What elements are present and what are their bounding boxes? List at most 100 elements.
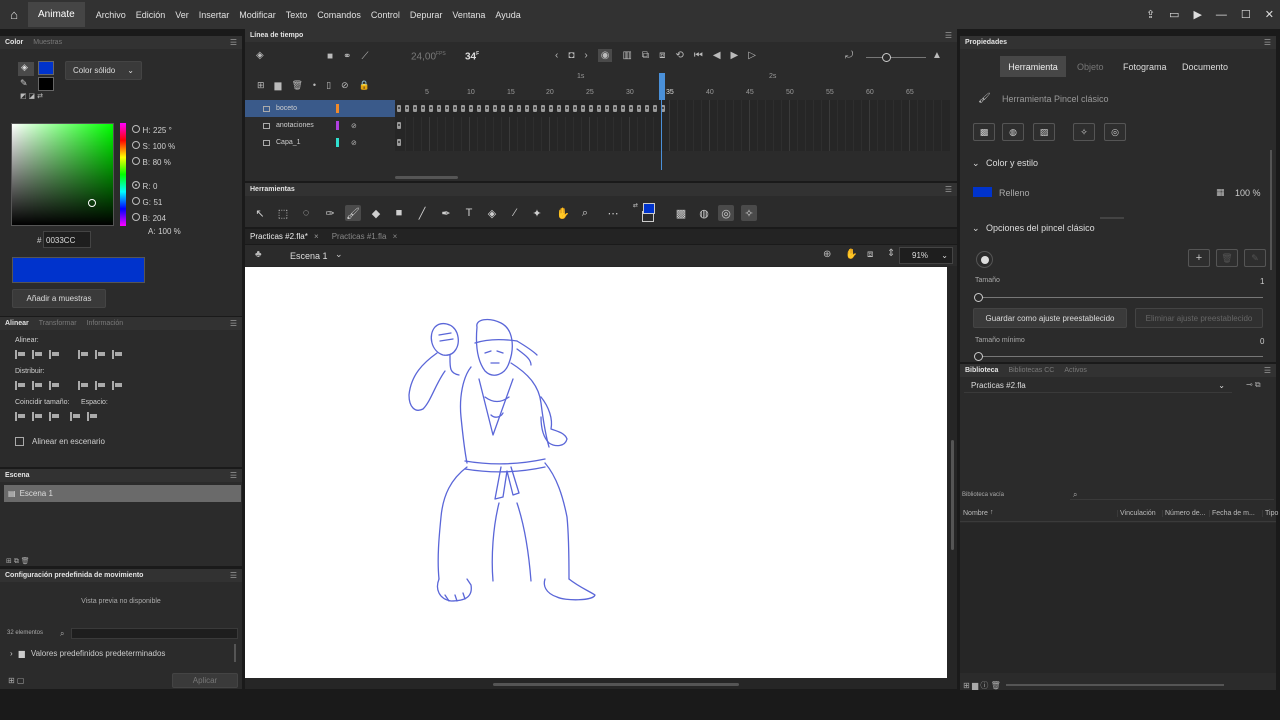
frame-cell[interactable] [733,117,734,134]
space-vertical-icon[interactable] [70,412,81,421]
delete-layer-icon[interactable]: 🗑 [291,80,302,91]
tab-alinear[interactable]: Alinear [5,320,29,327]
frame-cell[interactable] [501,134,502,151]
frame-cell[interactable] [485,105,489,112]
delete-scene-icon[interactable]: 🗑 [21,558,30,565]
loop-icon[interactable]: ⟲ [675,50,683,61]
frame-cell[interactable] [773,117,774,134]
frame-cell[interactable] [749,134,750,151]
frame-cell[interactable] [693,134,694,151]
frame-cell[interactable] [581,134,582,151]
stage-canvas[interactable] [245,267,947,678]
frame-cell[interactable] [725,117,726,134]
fill-swatch[interactable] [38,61,54,75]
layer-color-marker[interactable] [336,104,339,113]
frame-cell[interactable] [685,134,686,151]
align-center-h-icon[interactable] [32,350,43,359]
frame-cell[interactable] [653,134,654,151]
chevron-right-icon[interactable]: › [10,649,13,658]
frame-cell[interactable] [797,134,798,151]
frame-grid[interactable] [395,100,950,151]
camera-icon[interactable]: ■ [327,51,333,62]
frame-cell[interactable] [605,117,606,134]
frame-cell[interactable] [901,117,902,134]
match-width-icon[interactable] [15,412,26,421]
frame-cell[interactable] [581,105,585,112]
new-symbol-icon[interactable]: ⊞ [963,681,970,690]
next-keyframe-icon[interactable]: › [584,50,587,61]
close-icon[interactable]: ✕ [1265,8,1274,21]
radio-bl[interactable] [132,213,140,221]
frame-cell[interactable] [621,134,622,151]
rectangle-icon[interactable]: ■ [391,205,407,221]
frame-cell[interactable] [869,134,870,151]
align-middle-icon[interactable] [95,350,106,359]
frame-cell[interactable] [429,134,430,151]
frame-cell[interactable] [821,134,822,151]
frame-cell[interactable] [917,134,918,151]
tab-fotograma[interactable]: Fotograma [1123,62,1167,72]
tab-herramienta[interactable]: Herramienta [1000,56,1066,77]
frame-cell[interactable] [709,134,710,151]
app-name[interactable]: Animate [28,2,85,27]
distribute-middle-icon[interactable] [32,381,43,390]
col-vinculacion[interactable]: Vinculación [1117,510,1156,517]
fill-bucket-icon[interactable]: ◈ [18,62,34,76]
frame-cell[interactable] [909,117,910,134]
pin-library-icon[interactable]: ⊸ ⧉ [1246,380,1261,390]
frame-cell[interactable] [925,117,926,134]
frame-cell[interactable] [413,134,414,151]
frame-cell[interactable] [605,134,606,151]
frame-cell[interactable] [549,134,550,151]
col-numero[interactable]: Número de... [1162,510,1205,517]
brush-pressure-icon[interactable]: ◎ [718,205,734,221]
frame-cell[interactable] [877,100,878,117]
prev-keyframe-icon[interactable]: ‹ [555,50,558,61]
frame-cell[interactable] [517,134,518,151]
hex-input[interactable]: 0033CC [43,231,91,248]
frame-cell[interactable] [861,100,862,117]
doc-tab-active[interactable]: Practicas #2.fla* × [245,232,324,241]
min-size-value[interactable]: 0 [1260,337,1264,346]
frame-cell[interactable] [717,134,718,151]
frame-cell[interactable] [541,105,545,112]
tab-color[interactable]: Color [5,39,23,46]
frame-cell[interactable] [837,117,838,134]
frame-cell[interactable] [437,105,441,112]
h-value[interactable]: 225 ° [153,126,172,135]
menu-control[interactable]: Control [366,10,405,20]
stroke-pencil-icon[interactable]: ✎ [20,78,28,89]
frame-cell[interactable] [613,117,614,134]
first-frame-icon[interactable]: ⏮ [694,50,703,61]
frame-cell[interactable] [693,100,694,117]
add-scene-icon[interactable]: ⊞ [6,558,12,565]
brush-mode-icon[interactable]: ◍ [696,205,712,221]
tool-fill-swatch[interactable] [643,203,655,214]
zoom-mountain-icon[interactable]: ▲ [932,50,942,61]
frame-cell[interactable] [765,134,766,151]
home-icon[interactable]: ⌂ [0,7,28,22]
step-forward-icon[interactable]: ▷ [748,50,756,61]
panel-menu-icon[interactable]: ☰ [230,38,237,47]
radio-b[interactable] [132,157,140,165]
library-scrollbar[interactable] [1006,684,1224,686]
new-folder-icon[interactable]: ⊞ ▢ [8,676,24,685]
frame-cell[interactable] [637,105,641,112]
frame-cell[interactable] [829,134,830,151]
menu-ventana[interactable]: Ventana [447,10,490,20]
frame-cell[interactable] [925,134,926,151]
clip-stage-icon[interactable]: ⧈ [867,249,873,260]
frame-cell[interactable] [469,105,473,112]
text-icon[interactable]: T [461,205,477,221]
frame-cell[interactable] [829,117,830,134]
lock-fill-icon[interactable]: ▩ [673,205,689,221]
col-tipo[interactable]: Tipo [1262,510,1278,517]
frame-cell[interactable] [853,100,854,117]
frame-cell[interactable] [669,117,670,134]
size-slider-track[interactable] [978,297,1263,298]
frame-cell[interactable] [597,117,598,134]
frame-cell[interactable] [477,105,481,112]
chevron-down-icon[interactable]: ⌄ [335,249,343,260]
frame-cell[interactable] [941,100,942,117]
bl-value[interactable]: 204 [153,214,166,223]
